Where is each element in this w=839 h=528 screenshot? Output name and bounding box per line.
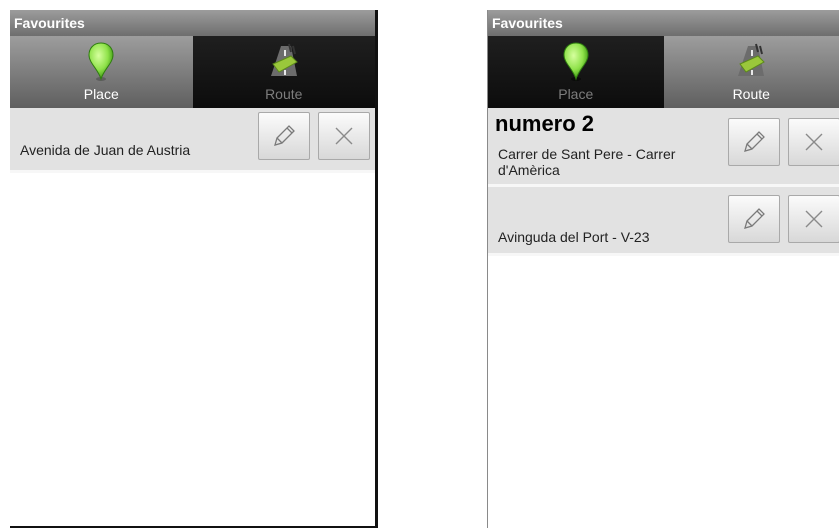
tab-place[interactable]: Place (10, 36, 193, 108)
favourite-name: numero 2 (495, 111, 595, 136)
pencil-icon (274, 125, 295, 146)
favourites-screen-route: Favourites Place Route numero 2 Carrer d… (487, 10, 839, 528)
delete-button[interactable] (788, 195, 839, 243)
title-bar: Favourites (488, 10, 839, 36)
title-bar: Favourites (10, 10, 375, 36)
favourite-address: Avenida de Juan de Austria (20, 142, 191, 158)
edit-button[interactable] (728, 118, 780, 166)
tab-bar: Place Route (488, 36, 839, 108)
route-icon (270, 43, 298, 76)
delete-button[interactable] (788, 118, 839, 166)
favourite-list-item[interactable]: numero 2 Carrer de Sant Pere - Carrer d'… (488, 108, 839, 187)
tab-route[interactable]: Route (663, 36, 839, 108)
tab-place[interactable]: Place (488, 36, 664, 108)
delete-button[interactable] (318, 112, 370, 160)
close-icon (805, 133, 823, 151)
favourite-address: Avinguda del Port - V-23 (498, 229, 650, 245)
tab-route-label: Route (265, 86, 303, 102)
tab-bar: Place Route (10, 36, 375, 108)
map-pin-icon (88, 42, 114, 81)
favourites-screen-place: Favourites Place Route Avenida de Juan d… (10, 10, 378, 528)
pencil-icon (744, 208, 765, 229)
favourite-list-item[interactable]: Avinguda del Port - V-23 (488, 187, 839, 256)
favourite-address: Carrer de Sant Pere - Carrer d'Amèrica (498, 146, 676, 178)
edit-button[interactable] (258, 112, 310, 160)
tab-place-label: Place (83, 86, 119, 102)
tab-route-label: Route (732, 86, 770, 102)
pencil-icon (744, 131, 765, 152)
edit-button[interactable] (728, 195, 780, 243)
map-pin-icon (563, 42, 589, 81)
close-icon (335, 127, 353, 145)
close-icon (805, 210, 823, 228)
route-icon (738, 43, 766, 76)
tab-place-label: Place (558, 86, 594, 102)
favourite-list-item[interactable]: Avenida de Juan de Austria (10, 108, 375, 173)
tab-route[interactable]: Route (192, 36, 375, 108)
